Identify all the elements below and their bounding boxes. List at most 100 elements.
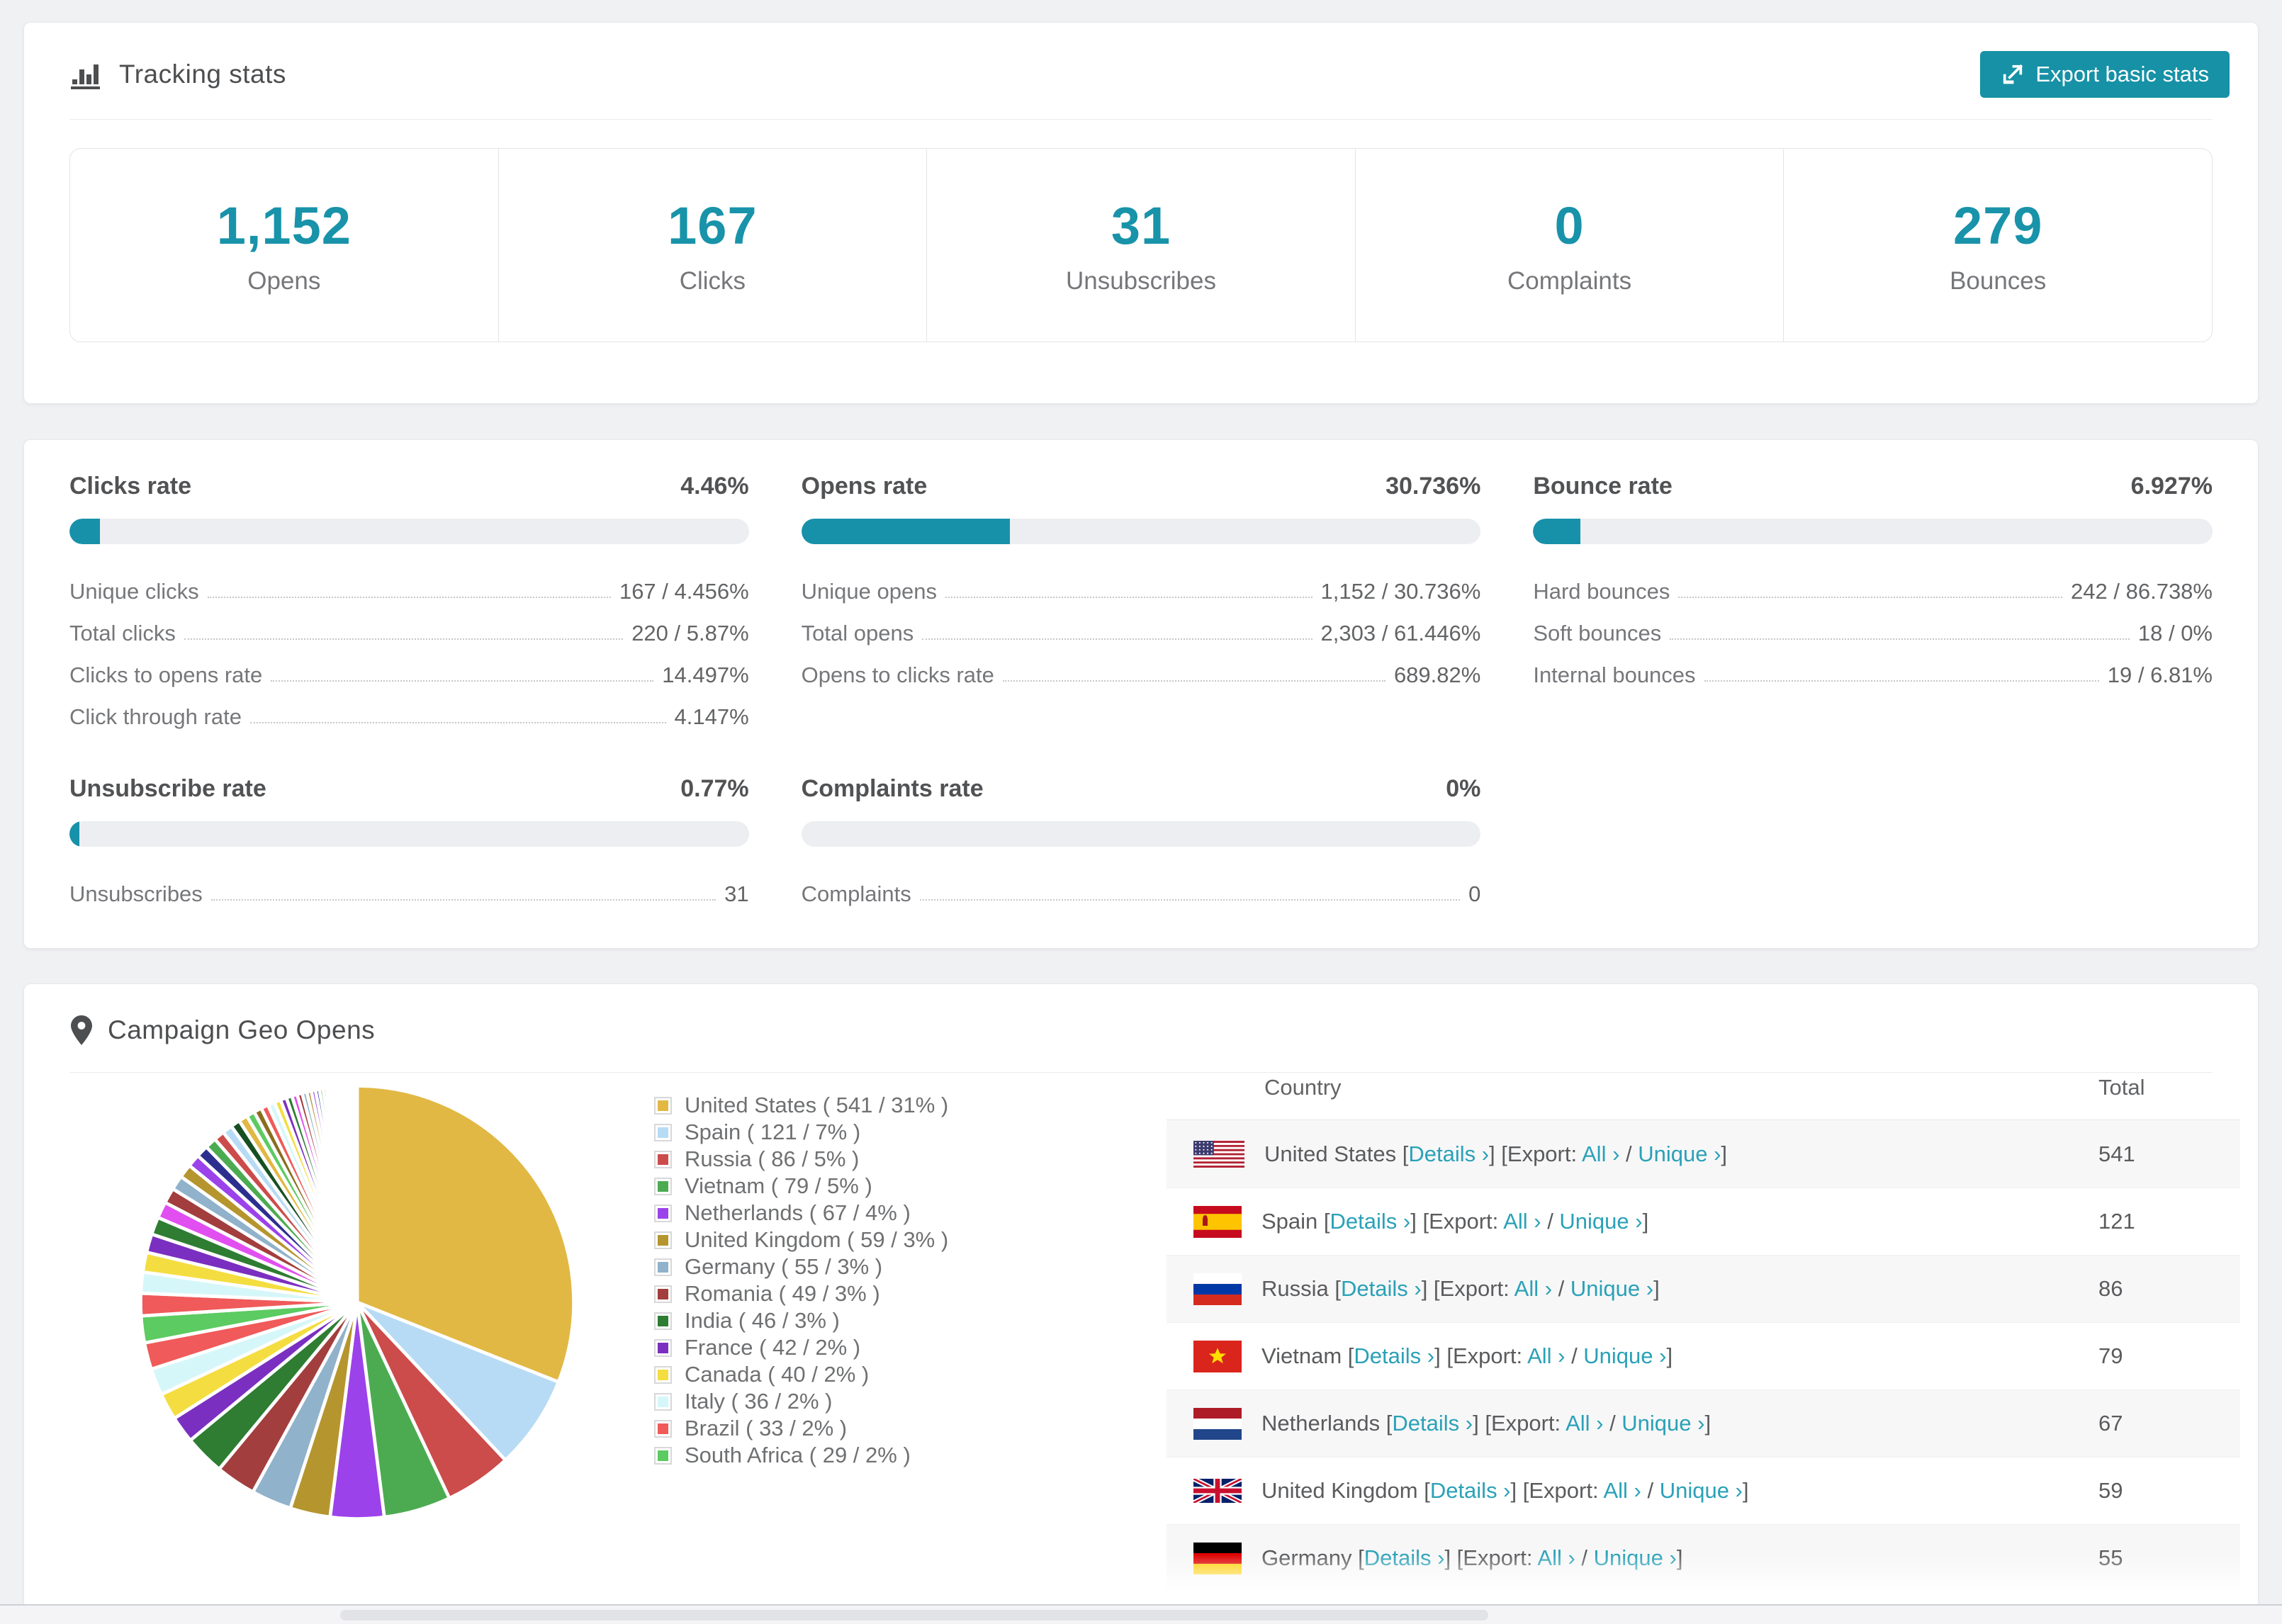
dotted-leader [945, 597, 1313, 598]
rate-head: Opens rate 30.736% [802, 473, 1481, 500]
legend-label: Brazil ( 33 / 2% ) [685, 1416, 848, 1440]
export-all-link[interactable]: All › [1537, 1545, 1575, 1570]
unsubscribes-count: 31 [1111, 196, 1171, 255]
geo-title: Campaign Geo Opens [108, 1015, 376, 1044]
export-all-link[interactable]: All › [1514, 1276, 1552, 1301]
export-all-link[interactable]: All › [1527, 1343, 1565, 1368]
rate-value: 6.927% [2130, 473, 2213, 500]
legend-item-canada[interactable]: Canada ( 40 / 2% ) [653, 1361, 948, 1388]
stat-row: Total clicks 220 / 5.87% [69, 604, 749, 646]
legend-item-russia[interactable]: Russia ( 86 / 5% ) [653, 1146, 948, 1173]
legend-label: Italy ( 36 / 2% ) [685, 1389, 833, 1414]
legend-label: Vietnam ( 79 / 5% ) [685, 1173, 872, 1198]
export-unique-link[interactable]: Unique › [1621, 1411, 1704, 1436]
progress-bar [801, 821, 1481, 847]
stat-row: Opens to clicks rate 689.82% [802, 646, 1481, 688]
details-link[interactable]: Details › [1341, 1276, 1422, 1301]
dotted-leader [184, 638, 624, 640]
country-cell: Russia [Details ›] [Export: All › / Uniq… [1261, 1276, 1660, 1302]
details-link[interactable]: Details › [1392, 1411, 1473, 1436]
rate-rows: Complaints 0 [802, 865, 1481, 907]
legend-label: South Africa ( 29 / 2% ) [685, 1443, 911, 1467]
legend-item-south-africa[interactable]: South Africa ( 29 / 2% ) [653, 1442, 948, 1469]
legend-item-netherlands[interactable]: Netherlands ( 67 / 4% ) [653, 1200, 948, 1227]
export-unique-link[interactable]: Unique › [1594, 1545, 1677, 1570]
export-prefix: Export: [1529, 1478, 1604, 1503]
export-unique-link[interactable]: Unique › [1570, 1276, 1653, 1301]
slash: / [1619, 1141, 1639, 1166]
export-all-link[interactable]: All › [1582, 1141, 1619, 1166]
details-link[interactable]: Details › [1408, 1141, 1489, 1166]
geo-pie-chart[interactable] [134, 1079, 580, 1526]
flag-icon-vn [1193, 1340, 1242, 1372]
table-row: United Kingdom [Details ›] [Export: All … [1167, 1457, 2240, 1524]
country-name: Vietnam [1261, 1343, 1348, 1368]
slash: / [1541, 1209, 1560, 1234]
stat-row-value: 1,152 / 30.736% [1320, 579, 1481, 604]
complaints-label: Complaints [1507, 266, 1632, 295]
legend-item-italy[interactable]: Italy ( 36 / 2% ) [653, 1388, 948, 1415]
page-title: Tracking stats [119, 60, 286, 89]
stat-row-label: Unique clicks [69, 579, 199, 604]
pie-legend: United States ( 541 / 31% ) Spain ( 121 /… [653, 1092, 948, 1469]
horizontal-scrollbar-track[interactable] [0, 1604, 2282, 1624]
bracket: ] [1666, 1343, 1673, 1368]
rate-rows: Unsubscribes 31 [69, 865, 749, 907]
legend-swatch [656, 1340, 670, 1355]
legend-item-france[interactable]: France ( 42 / 2% ) [653, 1334, 948, 1361]
bounces-count: 279 [1952, 196, 2043, 255]
rate-block-clicks-rate: Clicks rate 4.46% Unique clicks 167 / 4.456… [69, 473, 749, 730]
stat-row: Click through rate 4.147% [69, 688, 749, 730]
country-name: United States [1264, 1141, 1403, 1166]
legend-swatch [656, 1151, 670, 1167]
export-all-link[interactable]: All › [1503, 1209, 1541, 1234]
total-cell: 86 [2098, 1276, 2123, 1301]
export-unique-link[interactable]: Unique › [1638, 1141, 1721, 1166]
clicks-label: Clicks [679, 266, 746, 295]
progress-fill [1533, 519, 1580, 544]
details-link[interactable]: Details › [1430, 1478, 1511, 1503]
legend-item-united-states[interactable]: United States ( 541 / 31% ) [653, 1092, 948, 1119]
export-basic-stats-button[interactable]: Export basic stats [1980, 51, 2230, 98]
legend-swatch [656, 1259, 670, 1275]
stat-row-label: Internal bounces [1533, 662, 1696, 687]
export-all-link[interactable]: All › [1603, 1478, 1641, 1503]
details-link[interactable]: Details › [1354, 1343, 1434, 1368]
rate-value: 4.46% [680, 473, 749, 500]
legend-item-spain[interactable]: Spain ( 121 / 7% ) [653, 1119, 948, 1146]
geo-header: Campaign Geo Opens [47, 1005, 2235, 1055]
complaints-count: 0 [1554, 196, 1585, 255]
export-unique-link[interactable]: Unique › [1583, 1343, 1666, 1368]
pie-slice[interactable] [354, 1084, 359, 1304]
bracket: [ [1424, 1478, 1430, 1503]
details-link[interactable]: Details › [1364, 1545, 1445, 1570]
stat-row: Soft bounces 18 / 0% [1533, 604, 2213, 646]
stat-row-value: 4.147% [674, 704, 749, 729]
export-all-link[interactable]: All › [1566, 1411, 1603, 1436]
stat-row-label: Clicks to opens rate [69, 662, 263, 687]
flag-icon-us [1193, 1140, 1244, 1168]
legend-item-germany[interactable]: Germany ( 55 / 3% ) [653, 1253, 948, 1280]
rates-row-1: Clicks rate 4.46% Unique clicks 167 / 4.456… [69, 473, 2213, 730]
legend-label: Spain ( 121 / 7% ) [685, 1120, 861, 1144]
table-row: Vietnam [Details ›] [Export: All › / Uni… [1167, 1322, 2240, 1389]
export-unique-link[interactable]: Unique › [1660, 1478, 1743, 1503]
legend-item-brazil[interactable]: Brazil ( 33 / 2% ) [653, 1415, 948, 1442]
horizontal-scrollbar-thumb[interactable] [340, 1610, 1488, 1620]
clicks-count: 167 [668, 196, 758, 255]
legend-swatch [656, 1178, 670, 1194]
rate-title: Complaints rate [801, 775, 984, 802]
bracket: ] [1676, 1545, 1683, 1570]
country-name: Spain [1261, 1209, 1324, 1234]
rate-title: Clicks rate [69, 473, 191, 500]
legend-item-united-kingdom[interactable]: United Kingdom ( 59 / 3% ) [653, 1227, 948, 1253]
legend-item-romania[interactable]: Romania ( 49 / 3% ) [653, 1280, 948, 1307]
stat-row-value: 689.82% [1393, 662, 1481, 687]
rate-rows: Hard bounces 242 / 86.738% Soft bounces 18 … [1533, 563, 2213, 688]
stat-row-value: 2,303 / 61.446% [1320, 621, 1481, 645]
stat-row-value: 19 / 6.81% [2107, 662, 2213, 687]
details-link[interactable]: Details › [1330, 1209, 1411, 1234]
legend-item-vietnam[interactable]: Vietnam ( 79 / 5% ) [653, 1173, 948, 1200]
export-unique-link[interactable]: Unique › [1559, 1209, 1642, 1234]
legend-item-india[interactable]: India ( 46 / 3% ) [653, 1307, 948, 1334]
